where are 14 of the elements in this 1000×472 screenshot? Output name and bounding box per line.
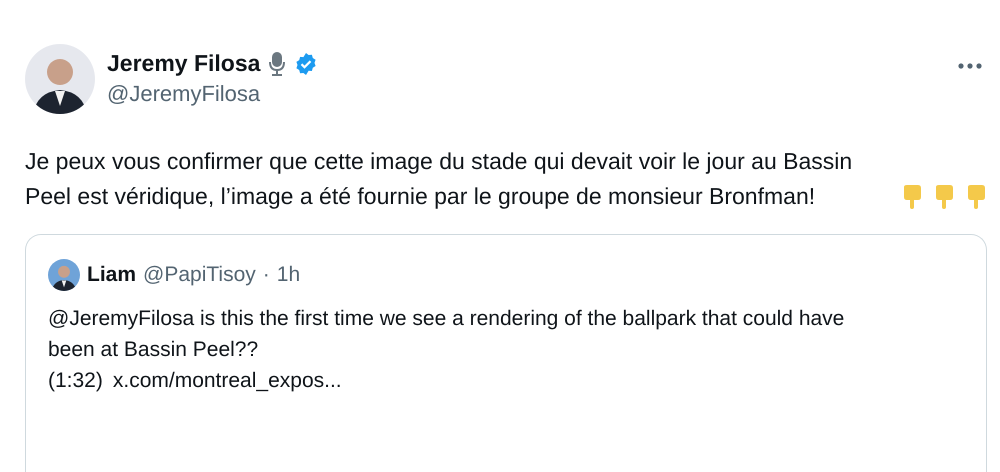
quoted-tweet-text: @JeremyFilosa is this the first time we see a rendering of the ballpark that could have been at Bassin Peel?? [48,306,846,363]
microphone-icon [268,50,286,76]
video-duration: (1:32) [48,368,103,394]
quoted-tweet-card[interactable]: Liam @PapiTisoy · 1h @JeremyFilosa is this the first time we see a rendering of the ballpark that could have been at Bassin Peel?? (1:32) x.com/montreal_expos... [25,234,987,472]
quoted-avatar[interactable] [48,259,80,291]
author-handle[interactable]: @JeremyFilosa [107,81,945,107]
post-time: 1h [276,263,300,287]
tweet-text: Je peux vous confirmer que cette image du stade qui devait voir le jour au Bassin Peel est véridique, l’image a été fournie par le groupe de monsieur Bronfman! [25,147,854,211]
quoted-author-handle: @PapiTisoy [143,263,256,287]
link[interactable]: x.com/montreal_expos... [112,365,342,396]
more-icon[interactable] [957,62,983,70]
separator-dot: · [262,263,270,287]
author-name[interactable]: Jeremy Filosa [107,50,260,77]
quoted-author-name: Liam [87,263,136,287]
